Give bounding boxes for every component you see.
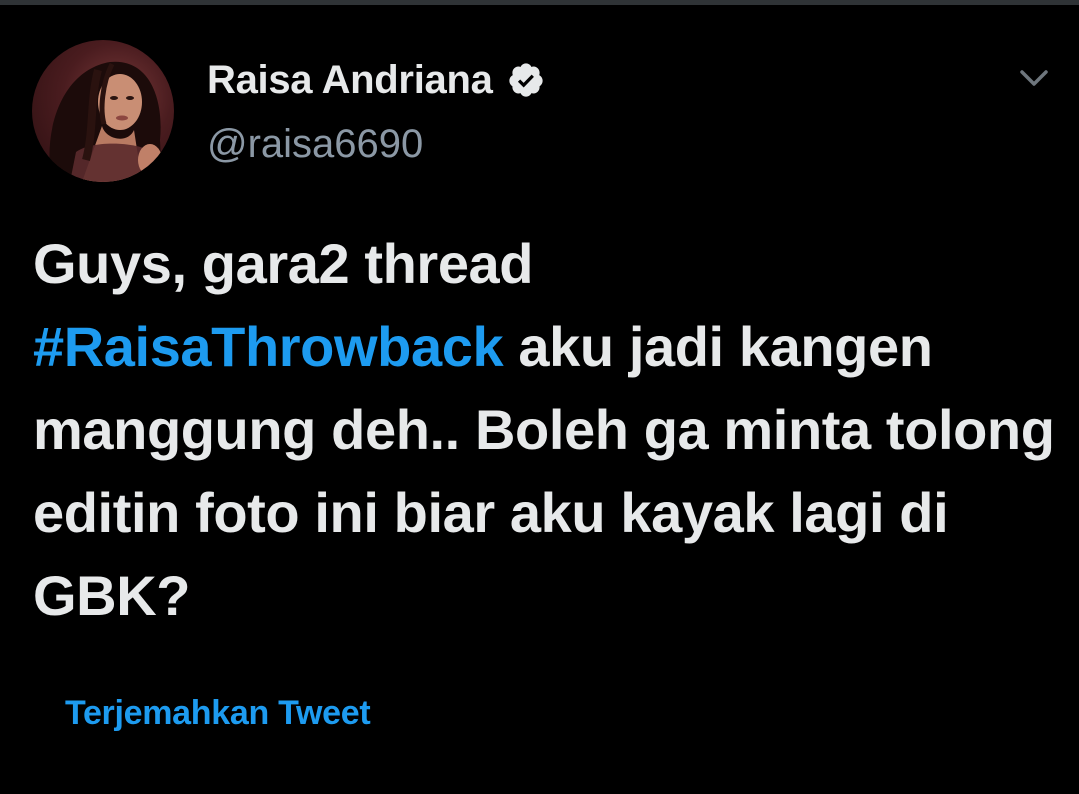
tweet-text: Guys, gara2 thread #RaisaThrowback aku ja…: [33, 222, 1063, 637]
more-options-button[interactable]: [1014, 62, 1054, 96]
chevron-down-icon: [1020, 70, 1048, 86]
hashtag-link[interactable]: #RaisaThrowback: [33, 315, 504, 378]
verified-badge-icon: [507, 61, 545, 99]
author-name-row: Raisa Andriana: [207, 56, 545, 104]
author-handle[interactable]: @raisa6690: [207, 122, 423, 167]
avatar[interactable]: [32, 40, 174, 182]
top-divider: [0, 0, 1079, 5]
profile-photo-icon: [49, 61, 168, 182]
tweet-text-before: Guys, gara2 thread: [33, 232, 534, 295]
display-name[interactable]: Raisa Andriana: [207, 58, 493, 103]
translate-tweet-link[interactable]: Terjemahkan Tweet: [65, 694, 371, 733]
